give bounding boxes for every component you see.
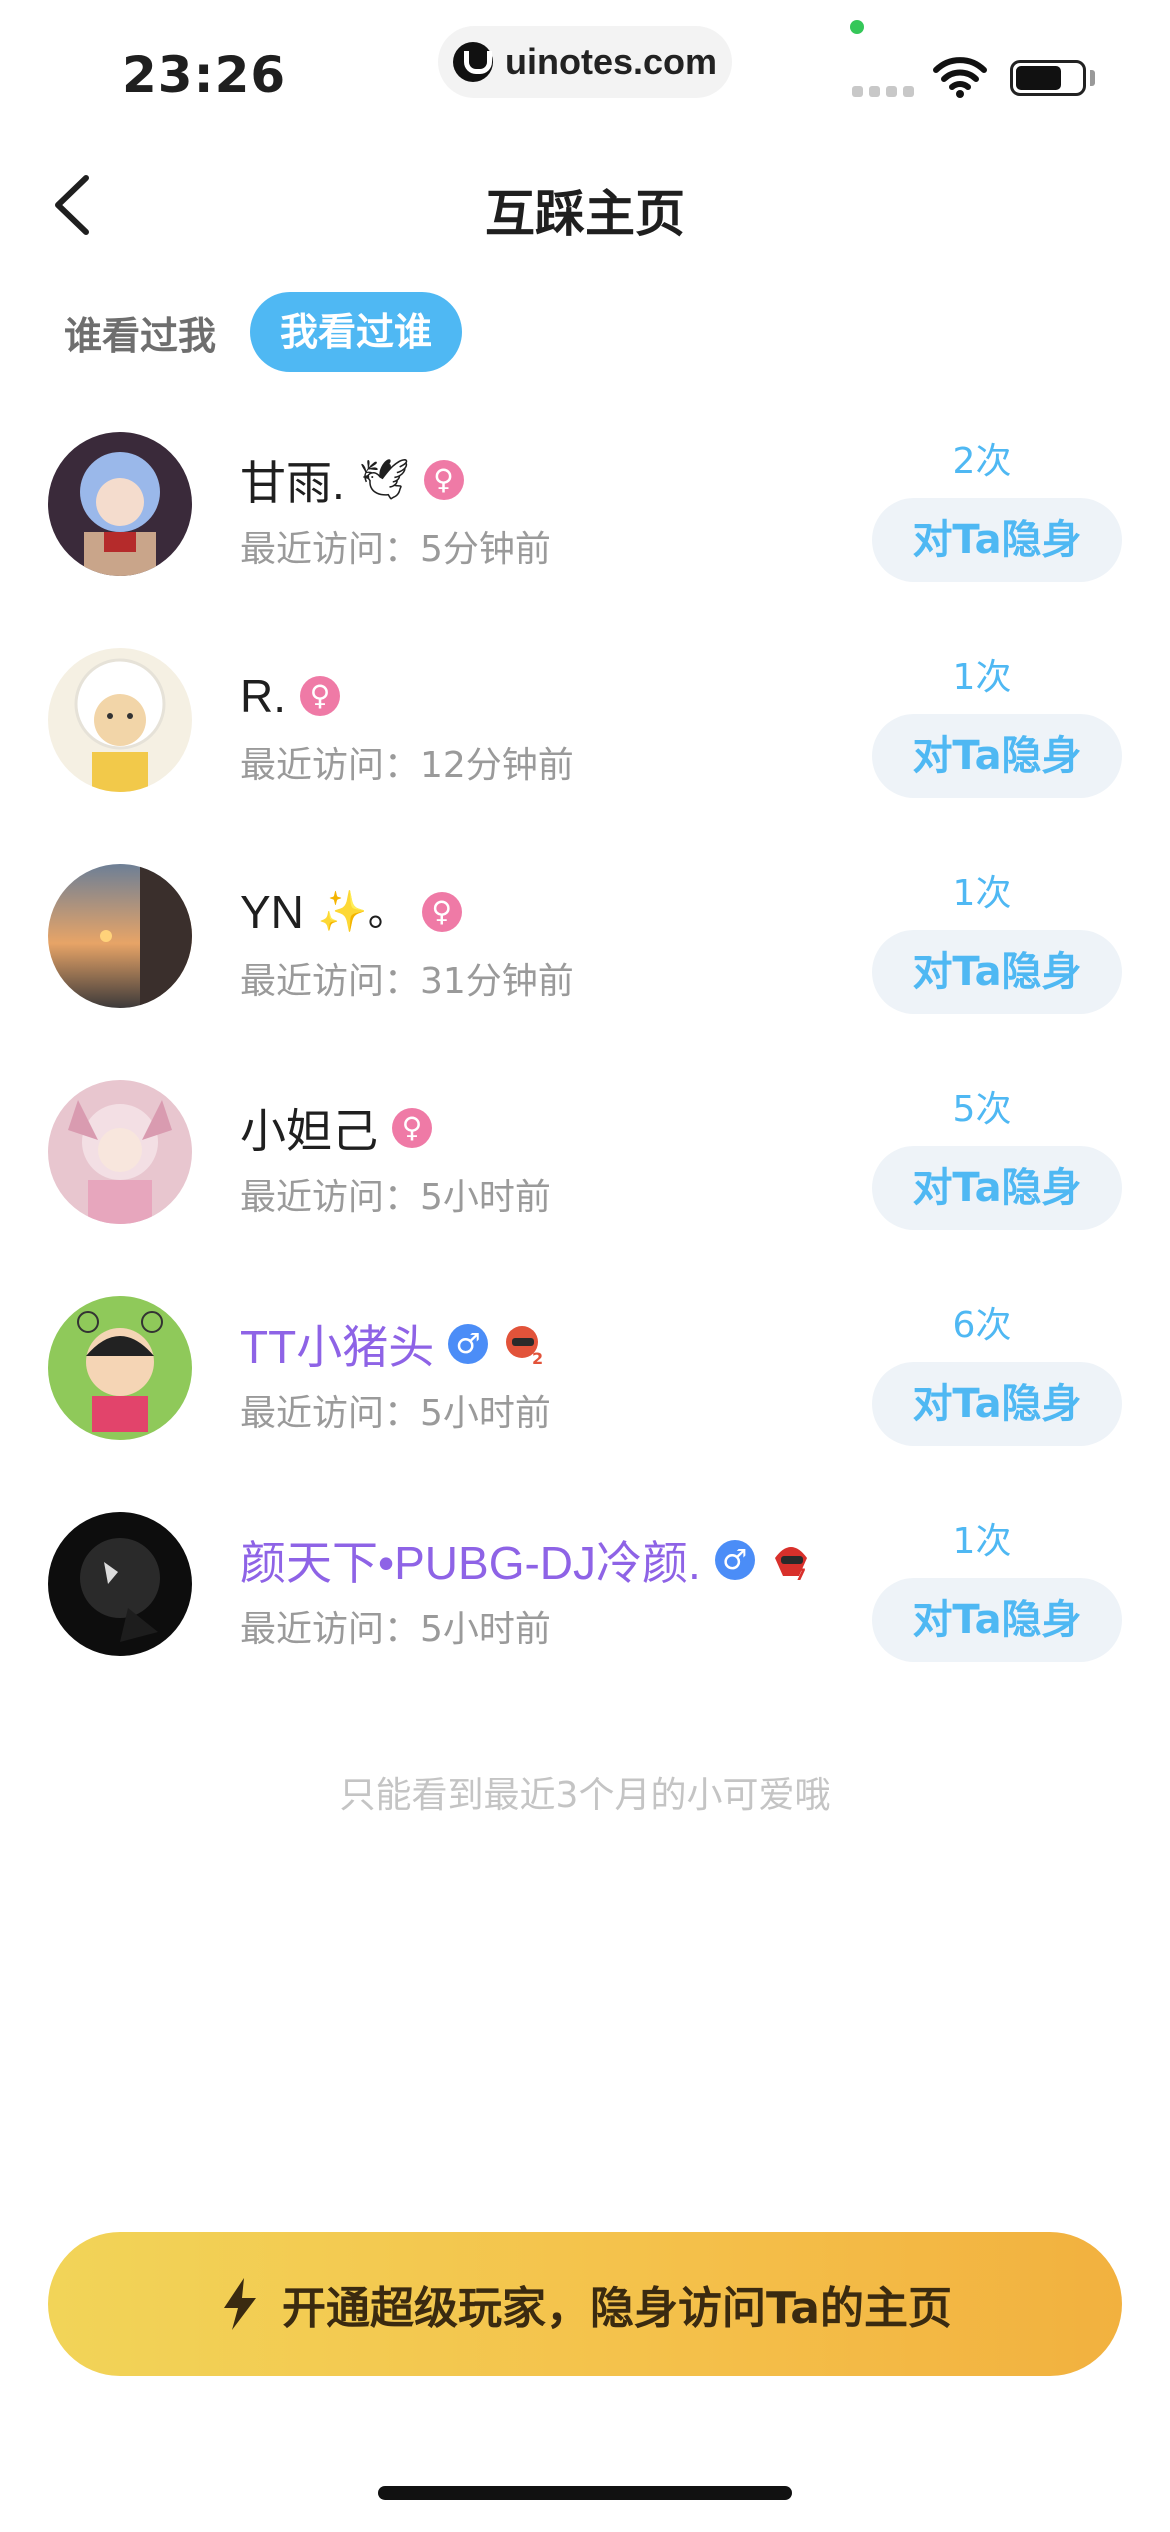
hide-from-user-button[interactable]: 对Ta隐身 [872,1362,1122,1446]
hide-from-user-button[interactable]: 对Ta隐身 [872,498,1122,582]
name-line: 颜天下•PUBG-DJ冷颜. ♂ 7 [240,1528,813,1592]
visit-count: 2次 [952,441,1012,482]
name-emoji: ✨。 [317,889,408,935]
url-text: uinotes.com [504,41,718,82]
battery-icon [1010,60,1086,96]
hide-from-user-button[interactable]: 对Ta隐身 [872,1578,1122,1662]
page: 23:26 uinotes.com 互踩主页 谁看过我 我看过谁 甘雨. 🕊 ♀… [0,0,1170,2532]
level-badge-icon: 7 [774,1547,807,1584]
visitor-name: R. [240,670,286,722]
visit-count: 1次 [952,657,1012,698]
wifi-icon [933,57,987,98]
cellular-signal-icon [852,86,914,97]
battery-cap [1090,70,1095,86]
last-visit-time: 最近访问：12分钟前 [240,745,574,786]
lightning-icon [223,2278,256,2330]
visit-count: 1次 [952,873,1012,914]
avatar[interactable] [48,648,192,792]
level-badge-icon: 2 [506,1326,543,1368]
tab-bar: 谁看过我 我看过谁 [64,292,463,372]
avatar[interactable] [48,1512,192,1656]
upgrade-vip-button[interactable]: 开通超级玩家，隐身访问Ta的主页 [48,2232,1122,2376]
tab-who-viewed-me[interactable]: 谁看过我 [64,305,216,360]
hide-from-user-button[interactable]: 对Ta隐身 [872,714,1122,798]
name-line: 小妲己 ♀ [240,1096,432,1160]
name-line: YN ✨。 ♀ [240,880,462,944]
avatar[interactable] [48,1080,192,1224]
visitor-name: YN [240,886,304,938]
visit-count: 1次 [952,1521,1012,1562]
svg-text:7: 7 [795,1565,806,1584]
name-line: R. ♀ [240,664,340,728]
visitor-row[interactable]: YN ✨。 ♀ 最近访问：31分钟前 1次 对Ta隐身 [0,852,1170,1068]
visitor-list: 甘雨. 🕊 ♀ 最近访问：5分钟前 2次 对Ta隐身 R. ♀ 最近访问：12分… [0,420,1170,1716]
cta-label: 开通超级玩家，隐身访问Ta的主页 [281,2283,953,2334]
visitor-row[interactable]: 甘雨. 🕊 ♀ 最近访问：5分钟前 2次 对Ta隐身 [0,420,1170,636]
visitor-name: 颜天下•PUBG-DJ冷颜. [240,1537,701,1589]
visitor-row[interactable]: 小妲己 ♀ 最近访问：5小时前 5次 对Ta隐身 [0,1068,1170,1284]
last-visit-time: 最近访问：5分钟前 [240,529,551,570]
name-emoji: 🕊 [358,457,410,503]
last-visit-time: 最近访问：5小时前 [240,1177,551,1218]
female-gender-icon: ♀ [423,460,464,500]
status-time: 23:26 [122,46,287,104]
visitor-name: 甘雨. [240,457,345,509]
hide-from-user-button[interactable]: 对Ta隐身 [872,930,1122,1014]
female-gender-icon: ♀ [300,676,340,716]
male-gender-icon: ♂ [714,1540,755,1580]
name-line: 甘雨. 🕊 ♀ [240,448,464,512]
avatar[interactable] [48,864,192,1008]
visitor-row[interactable]: R. ♀ 最近访问：12分钟前 1次 对Ta隐身 [0,636,1170,852]
male-gender-icon: ♂ [448,1324,489,1364]
tab-who-i-viewed[interactable]: 我看过谁 [250,292,463,372]
last-visit-time: 最近访问：5小时前 [240,1393,551,1434]
status-bar: 23:26 uinotes.com [0,0,1170,130]
visitor-row[interactable]: 颜天下•PUBG-DJ冷颜. ♂ 7 最近访问：5小时前 1次 对Ta隐身 [0,1500,1170,1716]
avatar[interactable] [48,432,192,576]
home-indicator[interactable] [378,2486,792,2500]
visitor-row[interactable]: TT小猪头 ♂ 2 最近访问：5小时前 6次 对Ta隐身 [0,1284,1170,1500]
site-logo-icon [452,42,493,82]
visitor-name: TT小猪头 [240,1321,435,1373]
visitor-name: 小妲己 [240,1105,378,1157]
avatar[interactable] [48,1296,192,1440]
female-gender-icon: ♀ [421,892,462,932]
page-title: 互踩主页 [485,185,685,243]
svg-text:2: 2 [532,1349,543,1368]
female-gender-icon: ♀ [392,1108,432,1148]
last-visit-time: 最近访问：5小时前 [240,1609,551,1650]
visit-count: 6次 [952,1305,1012,1346]
privacy-indicator-dot [850,20,864,34]
visit-count: 5次 [952,1089,1012,1130]
last-visit-time: 最近访问：31分钟前 [240,961,574,1002]
footer-note: 只能看到最近3个月的小可爱哦 [339,1775,831,1816]
name-line: TT小猪头 ♂ 2 [240,1312,546,1376]
hide-from-user-button[interactable]: 对Ta隐身 [872,1146,1122,1230]
url-pill[interactable]: uinotes.com [438,26,732,98]
